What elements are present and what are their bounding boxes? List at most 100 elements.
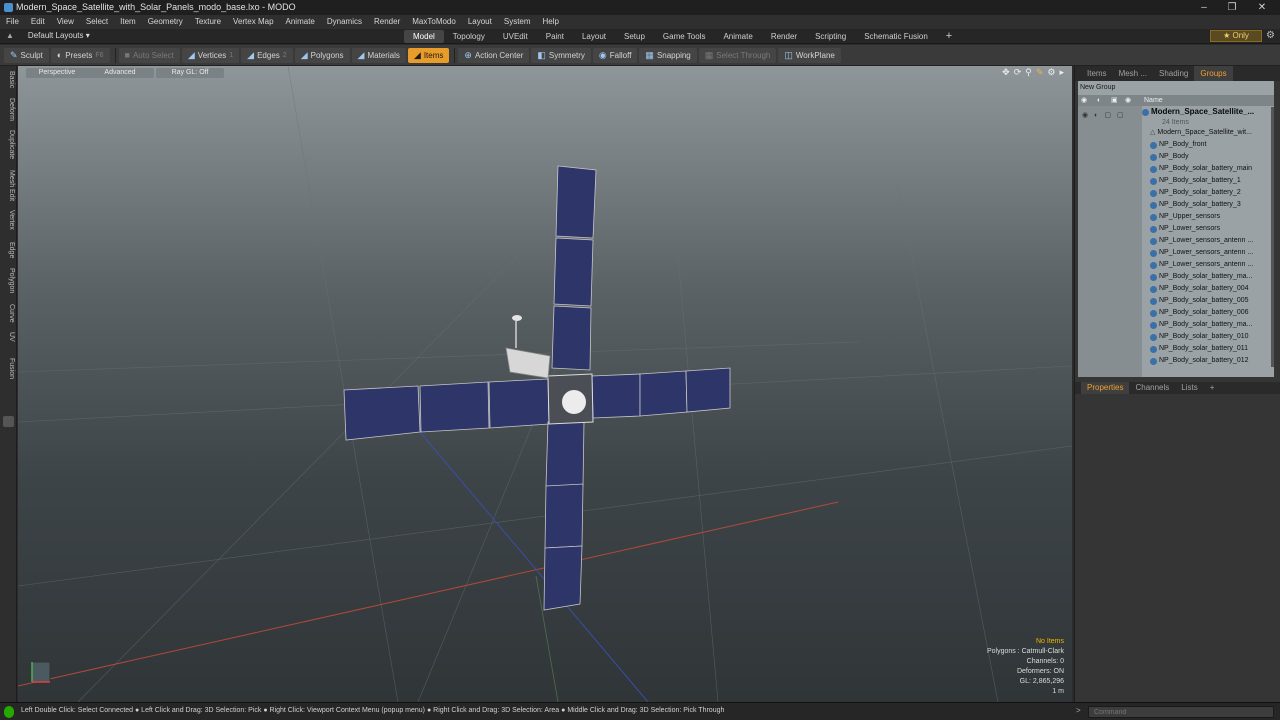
rotate-view-icon[interactable]: ⟳ — [1014, 67, 1022, 78]
vtab-curve[interactable]: Curve — [2, 304, 15, 323]
render-icon[interactable]: ◐ — [1094, 112, 1098, 119]
tab-shading[interactable]: Shading — [1153, 66, 1194, 81]
visibility-eye-icon[interactable]: ◉ — [1082, 111, 1088, 119]
menu-select[interactable]: Select — [86, 15, 108, 29]
tab-items[interactable]: Items — [1081, 66, 1113, 81]
tab-paint[interactable]: Paint — [537, 30, 573, 43]
select-icon[interactable]: ◉ — [1125, 95, 1131, 106]
materials-button[interactable]: ◢ Materials — [351, 47, 406, 63]
groups-scrollbar[interactable] — [1271, 107, 1274, 367]
list-item[interactable]: NP_Body_solar_battery_1 — [1142, 175, 1274, 187]
maximize-icon[interactable]: ❐ — [1222, 0, 1242, 15]
list-item[interactable]: NP_Body_solar_battery_011 — [1142, 343, 1274, 355]
snapping-button[interactable]: ▦ Snapping — [639, 47, 697, 63]
menu-render[interactable]: Render — [374, 15, 400, 29]
list-item[interactable]: NP_Body_front — [1142, 139, 1274, 151]
gear-icon[interactable]: ⚙ — [1266, 30, 1275, 41]
tab-schematic-fusion[interactable]: Schematic Fusion — [855, 30, 937, 43]
menu-animate[interactable]: Animate — [286, 15, 315, 29]
raygl-dropdown[interactable]: Ray GL: Off — [156, 68, 224, 78]
presets-button[interactable]: ◐ Presets F6 — [50, 47, 110, 63]
edges-button[interactable]: ◢ Edges 2 — [241, 47, 293, 63]
group-root-row[interactable]: Modern_Space_Satellite_... — [1142, 106, 1274, 118]
vtab-uv[interactable]: UV — [2, 332, 15, 342]
tab-channels[interactable]: Channels — [1129, 382, 1175, 394]
list-item[interactable]: NP_Body — [1142, 151, 1274, 163]
list-item[interactable]: NP_Body_solar_battery_ma... — [1142, 319, 1274, 331]
close-icon[interactable]: ✕ — [1252, 0, 1272, 15]
menu-item[interactable]: Item — [120, 15, 136, 29]
action-center-button[interactable]: ⊕ Action Center — [458, 47, 530, 63]
polygons-button[interactable]: ◢ Polygons — [294, 47, 350, 63]
menu-edit[interactable]: Edit — [31, 15, 45, 29]
3d-viewport[interactable]: Perspective Advanced Ray GL: Off ✥ ⟳ ⚲ ✎… — [18, 66, 1072, 702]
tab-topology[interactable]: Topology — [444, 30, 494, 43]
vtab-deform[interactable]: Deform — [2, 98, 15, 121]
only-filter-button[interactable]: ★ Only — [1210, 30, 1262, 42]
list-item[interactable]: NP_Body_solar_battery_005 — [1142, 295, 1274, 307]
menu-texture[interactable]: Texture — [195, 15, 221, 29]
tab-render[interactable]: Render — [762, 30, 806, 43]
visibility-eye-icon[interactable]: ◉ — [1081, 95, 1087, 106]
tab-model[interactable]: Model — [404, 30, 444, 43]
tab-groups[interactable]: Groups — [1194, 66, 1233, 81]
tab-uvedit[interactable]: UVEdit — [494, 30, 537, 43]
menu-vertex-map[interactable]: Vertex Map — [233, 15, 273, 29]
menu-geometry[interactable]: Geometry — [148, 15, 183, 29]
list-item[interactable]: NP_Lower_sensors_antenn ... — [1142, 235, 1274, 247]
tab-properties[interactable]: Properties — [1081, 382, 1130, 394]
list-item[interactable]: NP_Lower_sensors — [1142, 223, 1274, 235]
menu-layout[interactable]: Layout — [468, 15, 492, 29]
list-item[interactable]: NP_Body_solar_battery_2 — [1142, 187, 1274, 199]
list-item[interactable]: NP_Body_solar_battery_3 — [1142, 199, 1274, 211]
vtab-basic[interactable]: Basic — [2, 71, 15, 88]
menu-maxtomodo[interactable]: MaxToModo — [412, 15, 456, 29]
list-item[interactable]: NP_Lower_sensors_antenn ... — [1142, 247, 1274, 259]
add-tab-button[interactable]: + — [937, 30, 961, 43]
list-item[interactable]: △ Modern_Space_Satellite_wit... — [1142, 127, 1274, 139]
default-layouts-dropdown[interactable]: ▲ Default Layouts ▾ — [6, 31, 90, 40]
tab-game-tools[interactable]: Game Tools — [654, 30, 715, 43]
tab-scripting[interactable]: Scripting — [806, 30, 855, 43]
vertices-button[interactable]: ◢ Vertices 1 — [181, 47, 240, 63]
vtab-polygon[interactable]: Polygon — [2, 268, 15, 293]
perspective-dropdown[interactable]: Perspective — [26, 68, 88, 78]
zoom-view-icon[interactable]: ⚲ — [1025, 67, 1032, 78]
viewport-more-icon[interactable]: ▸ — [1059, 67, 1064, 78]
menu-help[interactable]: Help — [543, 15, 559, 29]
tab-setup[interactable]: Setup — [615, 30, 654, 43]
tab-layout[interactable]: Layout — [573, 30, 615, 43]
list-item[interactable]: NP_Body_solar_battery_main — [1142, 163, 1274, 175]
vtab-duplicate[interactable]: Duplicate — [2, 130, 15, 159]
vtab-edge[interactable]: Edge — [2, 242, 15, 258]
sculpt-button[interactable]: ✎ Sculpt — [4, 47, 49, 63]
render-icon[interactable]: ◐ — [1097, 95, 1101, 106]
menu-dynamics[interactable]: Dynamics — [327, 15, 362, 29]
auto-select-button[interactable]: ■ Auto Select — [118, 47, 180, 63]
items-button[interactable]: ◢ Items — [407, 47, 450, 63]
menu-system[interactable]: System — [504, 15, 531, 29]
list-item[interactable]: NP_Body_solar_battery_004 — [1142, 283, 1274, 295]
select-icon[interactable]: ▢ — [1117, 111, 1124, 119]
tab-mesh[interactable]: Mesh ... — [1113, 66, 1153, 81]
view-settings-icon[interactable]: ⚙ — [1047, 67, 1055, 78]
command-input[interactable] — [1088, 706, 1274, 718]
list-item[interactable]: NP_Upper_sensors — [1142, 211, 1274, 223]
tab-lists[interactable]: Lists — [1175, 382, 1203, 394]
lock-icon[interactable]: ▣ — [1111, 95, 1118, 106]
symmetry-button[interactable]: ◧ Symmetry — [531, 47, 591, 63]
move-view-icon[interactable]: ✥ — [1002, 67, 1010, 78]
list-item[interactable]: NP_Body_solar_battery_010 — [1142, 331, 1274, 343]
command-expand-icon[interactable]: > — [1076, 706, 1081, 715]
add-panel-tab[interactable]: + — [1204, 382, 1221, 394]
vtab-fusion[interactable]: Fusion — [2, 358, 15, 379]
brush-view-icon[interactable]: ✎ — [1036, 67, 1044, 78]
list-item[interactable]: NP_Body_solar_battery_012 — [1142, 355, 1274, 367]
strip-toggle-icon[interactable] — [3, 416, 14, 427]
tab-animate[interactable]: Animate — [714, 30, 761, 43]
list-item[interactable]: NP_Body_solar_battery_006 — [1142, 307, 1274, 319]
select-through-button[interactable]: ▦ Select Through — [698, 47, 777, 63]
menu-file[interactable]: File — [6, 15, 19, 29]
minimize-icon[interactable]: – — [1194, 0, 1214, 15]
list-item[interactable]: NP_Lower_sensors_antenn ... — [1142, 259, 1274, 271]
